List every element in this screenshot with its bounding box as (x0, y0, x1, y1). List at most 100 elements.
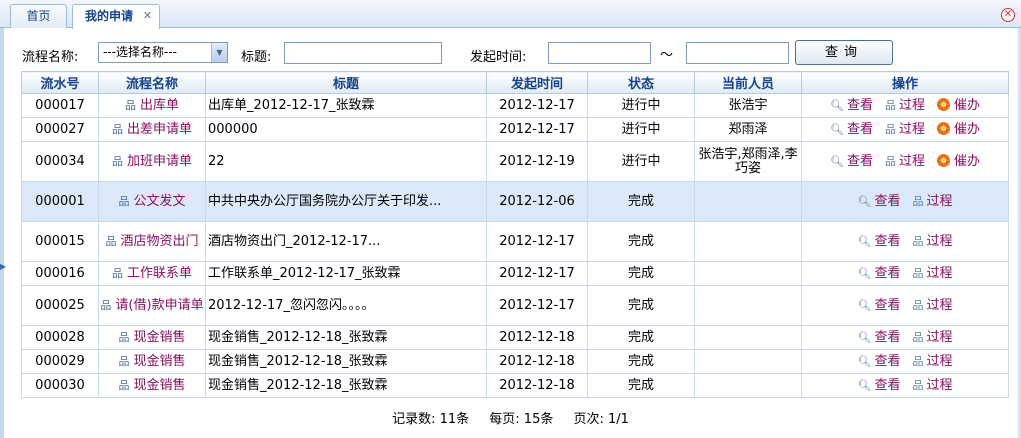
urge-link[interactable]: 催办 (936, 98, 980, 113)
view-link[interactable]: 🔍︎ 查看 (858, 378, 901, 393)
workflow-link[interactable]: 出库单 (140, 98, 179, 113)
close-window-icon[interactable]: ✕ (1001, 8, 1015, 22)
cell-status: 完成 (587, 325, 695, 350)
tab-my-applications[interactable]: 我的申请 ✕ (72, 4, 160, 29)
workflow-tree-icon: 品 (118, 330, 130, 344)
expand-arrow-icon[interactable]: ▶ (0, 262, 6, 272)
table-row[interactable]: 000027 品出差申请单 000000 2012-12-17 进行中 郑雨泽 🔍︎ 查看品过… (21, 117, 1009, 142)
table-row[interactable]: 000017 品出库单 出库单_2012-12-17_张致霖 2012-12-17 进行… (21, 93, 1009, 118)
workflow-link[interactable]: 请(借)款申请单 (115, 298, 203, 313)
workflow-tree-icon: 品 (912, 378, 924, 392)
process-link[interactable]: 品过程 (912, 354, 952, 369)
tab-home[interactable]: 首页 (10, 4, 67, 28)
view-link[interactable]: 🔍︎ 查看 (830, 122, 873, 137)
process-label: 过程 (926, 329, 953, 345)
cell-workflow[interactable]: 品现金销售 (98, 373, 206, 398)
cell-workflow[interactable]: 品酒店物资出门 (98, 221, 206, 262)
view-link[interactable]: 🔍︎ 查看 (858, 234, 901, 249)
page-size: 每页: 15条 (489, 412, 554, 427)
cell-workflow[interactable]: 品加班申请单 (98, 141, 206, 182)
table-row[interactable]: 000015 品酒店物资出门 酒店物资出门_2012-12-17... 2012-12… (21, 221, 1009, 262)
view-link[interactable]: 🔍︎ 查看 (830, 98, 873, 113)
workflow-link[interactable]: 工作联系单 (127, 266, 192, 281)
cell-title: 22 (205, 141, 487, 182)
left-collapse-bar[interactable] (0, 28, 4, 438)
view-link[interactable]: 🔍︎ 查看 (858, 298, 901, 313)
col-header-status[interactable]: 状态 (587, 71, 695, 94)
cell-workflow[interactable]: 品现金销售 (98, 325, 206, 350)
workflow-link[interactable]: 公文发文 (133, 194, 185, 209)
query-button[interactable]: 查询 (795, 40, 893, 65)
cell-start-date: 2012-12-19 (486, 141, 588, 182)
workflow-link[interactable]: 出差申请单 (127, 122, 192, 137)
table-row[interactable]: 000029 品现金销售 现金销售_2012-12-18_张致霖 2012-12-18… (21, 349, 1009, 374)
table-row[interactable]: 000034 品加班申请单 22 2012-12-19 进行中 张浩宇,郑雨泽,李巧姿 🔍︎… (21, 141, 1009, 182)
cell-status: 完成 (587, 221, 695, 262)
start-date-to-input[interactable] (686, 42, 789, 64)
process-label: 过程 (926, 353, 953, 369)
workflow-tree-icon: 品 (912, 266, 924, 280)
view-label: 查看 (874, 353, 901, 369)
close-icon[interactable]: ✕ (142, 10, 153, 21)
workflow-tree-icon: 品 (118, 194, 130, 208)
view-label: 查看 (874, 297, 901, 313)
workflow-select[interactable]: ---选择名称--- ▼ (98, 42, 228, 63)
view-link[interactable]: 🔍︎ 查看 (858, 266, 901, 281)
workflow-link[interactable]: 现金销售 (133, 330, 185, 345)
cell-start-date: 2012-12-17 (486, 93, 588, 118)
workflow-link[interactable]: 酒店物资出门 (120, 234, 198, 249)
urge-link[interactable]: 催办 (936, 122, 980, 137)
view-link[interactable]: 🔍︎ 查看 (830, 154, 873, 169)
workflow-tree-icon: 品 (124, 98, 136, 112)
process-label: 过程 (898, 122, 925, 137)
col-header-actions: 操作 (801, 71, 1009, 94)
col-header-title[interactable]: 标题 (205, 71, 487, 94)
cell-title: 现金销售_2012-12-18_张致霖 (205, 373, 487, 398)
col-header-start-time[interactable]: 发起时间 (486, 71, 588, 94)
process-link[interactable]: 品过程 (885, 98, 925, 113)
record-count: 记录数: 11条 (392, 412, 470, 427)
process-label: 过程 (926, 265, 953, 281)
col-header-current-person[interactable]: 当前人员 (694, 71, 802, 94)
cell-workflow[interactable]: 品出差申请单 (98, 117, 206, 142)
process-link[interactable]: 品过程 (885, 122, 925, 137)
table-row[interactable]: 000025 品请(借)款申请单 2012-12-17_忽闪忽闪。。。。 2012-1… (21, 285, 1009, 326)
cell-workflow[interactable]: 品现金销售 (98, 349, 206, 374)
workflow-link[interactable]: 现金销售 (133, 378, 185, 393)
process-link[interactable]: 品过程 (912, 194, 952, 209)
view-link[interactable]: 🔍︎ 查看 (858, 330, 901, 345)
view-link[interactable]: 🔍︎ 查看 (858, 354, 901, 369)
view-label: 查看 (874, 377, 901, 393)
start-date-from-input[interactable] (548, 42, 651, 64)
urge-label: 催办 (953, 122, 980, 137)
process-link[interactable]: 品过程 (912, 378, 952, 393)
workflow-link[interactable]: 现金销售 (133, 354, 185, 369)
cell-title: 中共中央办公厅国务院办公厅关于印发... (205, 181, 487, 222)
view-label: 查看 (874, 329, 901, 345)
cell-workflow[interactable]: 品公文发文 (98, 181, 206, 222)
table-header-row: 流水号 流程名称 标题 发起时间 状态 当前人员 操作 (21, 71, 1009, 94)
pagination-info: 记录数: 11条 每页: 15条 页次: 1/1 (0, 408, 1021, 427)
urge-link[interactable]: 催办 (936, 154, 980, 169)
table-row[interactable]: 000028 品现金销售 现金销售_2012-12-18_张致霖 2012-12-18… (21, 325, 1009, 350)
process-link[interactable]: 品过程 (912, 234, 952, 249)
view-label: 查看 (846, 122, 873, 137)
process-link[interactable]: 品过程 (885, 154, 925, 169)
cell-workflow[interactable]: 品工作联系单 (98, 261, 206, 286)
cell-workflow[interactable]: 品请(借)款申请单 (98, 285, 206, 326)
process-link[interactable]: 品过程 (912, 298, 952, 313)
chevron-down-icon[interactable]: ▼ (211, 43, 227, 62)
table-row[interactable]: 000016 品工作联系单 工作联系单_2012-12-17_张致霖 2012-12-… (21, 261, 1009, 286)
title-input[interactable] (284, 42, 442, 64)
workflow-link[interactable]: 加班申请单 (127, 154, 192, 169)
workflow-tree-icon: 品 (912, 354, 924, 368)
process-link[interactable]: 品过程 (912, 330, 952, 345)
table-row[interactable]: 000030 品现金销售 现金销售_2012-12-18_张致霖 2012-12-18… (21, 373, 1009, 398)
page-number: 页次: 1/1 (573, 412, 629, 427)
cell-workflow[interactable]: 品出库单 (98, 93, 206, 118)
col-header-workflow[interactable]: 流程名称 (98, 71, 206, 94)
process-link[interactable]: 品过程 (912, 266, 952, 281)
col-header-serial[interactable]: 流水号 (21, 71, 99, 94)
view-link[interactable]: 🔍︎ 查看 (858, 194, 901, 209)
table-row[interactable]: 000001 品公文发文 中共中央办公厅国务院办公厅关于印发... 2012-12-0… (21, 181, 1009, 222)
